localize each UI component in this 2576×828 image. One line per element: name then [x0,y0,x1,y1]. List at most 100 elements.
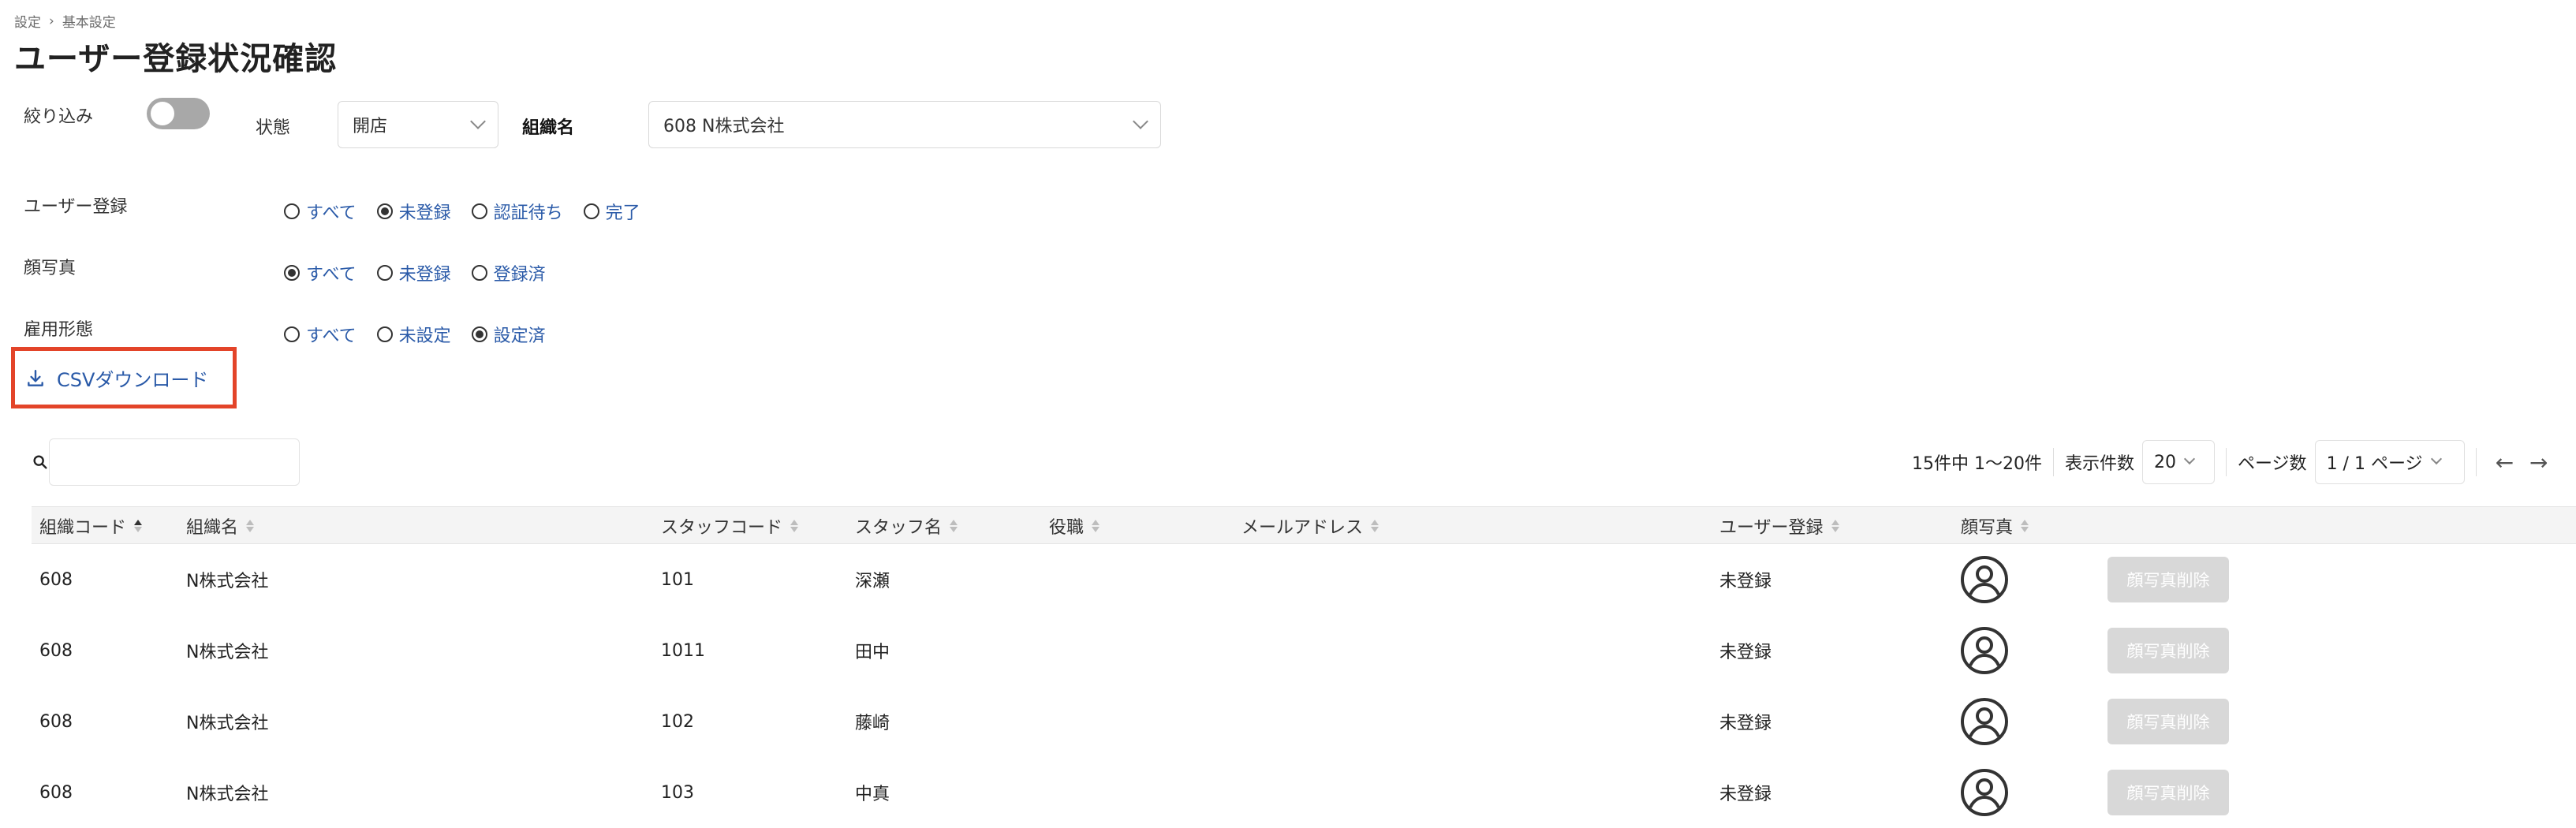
radio-user-pending[interactable]: 認証待ち [471,199,563,224]
header-staff-code[interactable]: スタッフコード [661,507,799,545]
pagination-bar: 15件中 1〜20件 表示件数 20 ページ数 1 / 1 ページ ← → [1912,440,2556,484]
radio-circle-icon [471,203,487,219]
cell-org-code: 608 [39,640,73,661]
delete-photo-cell: 顔写真削除 [2107,686,2229,757]
delete-photo-button[interactable]: 顔写真削除 [2107,699,2229,744]
cell-staff-name: 中真 [855,785,890,804]
table-header: 組織コード 組織名 スタッフコード スタッフ名 役職 メールアドレス ユーザー登… [32,506,2576,544]
cell-user-registration: 未登録 [1719,572,1772,591]
search-box [32,438,300,486]
search-icon[interactable] [32,438,49,486]
header-email[interactable]: メールアドレス [1241,507,1379,545]
radio-checked-icon [471,326,487,342]
radio-circle-icon [583,203,599,219]
chevron-down-icon [470,114,486,129]
cell-staff-name: 田中 [855,643,890,662]
cell-org-name: N株式会社 [186,785,269,804]
header-user-registration[interactable]: ユーザー登録 [1719,507,1839,545]
state-select-value: 開店 [353,117,388,136]
csv-download-button[interactable]: CSVダウンロード [25,364,208,392]
radio-employment-unset[interactable]: 未設定 [376,322,451,347]
sort-icon [1092,520,1100,532]
delete-photo-cell: 顔写真削除 [2107,544,2229,615]
divider [2052,448,2054,476]
radio-user-unregistered[interactable]: 未登録 [376,199,451,224]
header-org-name[interactable]: 組織名 [186,507,255,545]
narrow-toggle[interactable] [147,98,210,129]
state-select[interactable]: 開店 [338,101,498,148]
prev-page-button[interactable]: ← [2496,449,2514,476]
cell-user-registration: 未登録 [1719,643,1772,662]
breadcrumb: 設定 › 基本設定 [14,11,116,32]
avatar [1959,757,2010,828]
breadcrumb-separator-icon: › [49,13,54,29]
radio-checked-icon [376,203,393,219]
radio-circle-icon [471,265,487,281]
radio-user-all[interactable]: すべて [284,199,357,224]
cell-staff-code: 1011 [661,640,705,661]
avatar [1959,686,2010,757]
divider [2226,448,2227,476]
table-row: 608 N株式会社 102 藤崎 未登録 顔写真削除 [32,686,2576,757]
radio-circle-icon [376,265,393,281]
radio-photo-all[interactable]: すべて [284,260,357,285]
sort-icon [246,520,255,532]
chevron-down-icon [1133,114,1148,129]
state-label: 状態 [256,118,291,138]
cell-staff-name: 藤崎 [855,714,890,733]
sort-icon [1831,520,1839,532]
search-input[interactable] [49,438,300,486]
page-number-label: ページ数 [2238,454,2307,474]
org-select-value: 608 N株式会社 [663,117,785,136]
radio-circle-icon [284,326,300,342]
radio-photo-unregistered[interactable]: 未登録 [376,260,451,285]
cell-org-code: 608 [39,569,73,590]
header-position[interactable]: 役職 [1049,507,1100,545]
header-staff-name[interactable]: スタッフ名 [855,507,958,545]
page-number-select[interactable]: 1 / 1 ページ [2314,440,2465,484]
header-org-code[interactable]: 組織コード [39,507,143,545]
breadcrumb-item-basic-settings[interactable]: 基本設定 [62,11,116,31]
next-page-button[interactable]: → [2529,449,2548,476]
org-select[interactable]: 608 N株式会社 [648,101,1161,148]
per-page-label: 表示件数 [2064,454,2134,474]
delete-photo-button[interactable]: 顔写真削除 [2107,770,2229,815]
download-icon [28,369,43,386]
cell-org-code: 608 [39,711,73,732]
cell-staff-name: 深瀬 [855,572,890,591]
header-face-photo[interactable]: 顔写真 [1961,507,2029,545]
radio-user-complete[interactable]: 完了 [583,199,640,224]
avatar-placeholder-icon [1961,698,2008,745]
cell-org-name: N株式会社 [186,572,269,591]
avatar [1959,615,2010,686]
avatar-placeholder-icon [1961,627,2008,674]
delete-photo-button[interactable]: 顔写真削除 [2107,557,2229,602]
table-row: 608 N株式会社 101 深瀬 未登録 顔写真削除 [32,544,2576,615]
chevron-down-icon [2183,453,2196,465]
radio-photo-registered[interactable]: 登録済 [471,260,546,285]
radio-employment-all[interactable]: すべて [284,322,357,347]
radio-circle-icon [376,326,393,342]
cell-staff-code: 103 [661,782,694,803]
employment-type-label: 雇用形態 [24,320,94,340]
radio-circle-icon [284,203,300,219]
avatar [1959,544,2010,615]
employment-type-radio-group: すべて 未設定 設定済 [284,322,546,347]
per-page-value: 20 [2154,452,2176,472]
avatar-placeholder-icon [1961,769,2008,816]
sort-icon [950,520,958,532]
breadcrumb-item-settings[interactable]: 設定 [14,11,41,31]
radio-employment-set[interactable]: 設定済 [471,322,546,347]
sort-icon [134,520,143,532]
divider [2475,448,2477,476]
delete-photo-cell: 顔写真削除 [2107,615,2229,686]
table-row: 608 N株式会社 103 中真 未登録 顔写真削除 [32,757,2576,828]
per-page-select[interactable]: 20 [2142,440,2215,484]
cell-user-registration: 未登録 [1719,714,1772,733]
csv-download-label: CSVダウンロード [57,369,209,391]
table-row: 608 N株式会社 1011 田中 未登録 顔写真削除 [32,615,2576,686]
cell-org-name: N株式会社 [186,714,269,733]
delete-photo-button[interactable]: 顔写真削除 [2107,628,2229,673]
cell-staff-code: 102 [661,711,694,732]
page-title: ユーザー登録状況確認 [14,41,338,77]
